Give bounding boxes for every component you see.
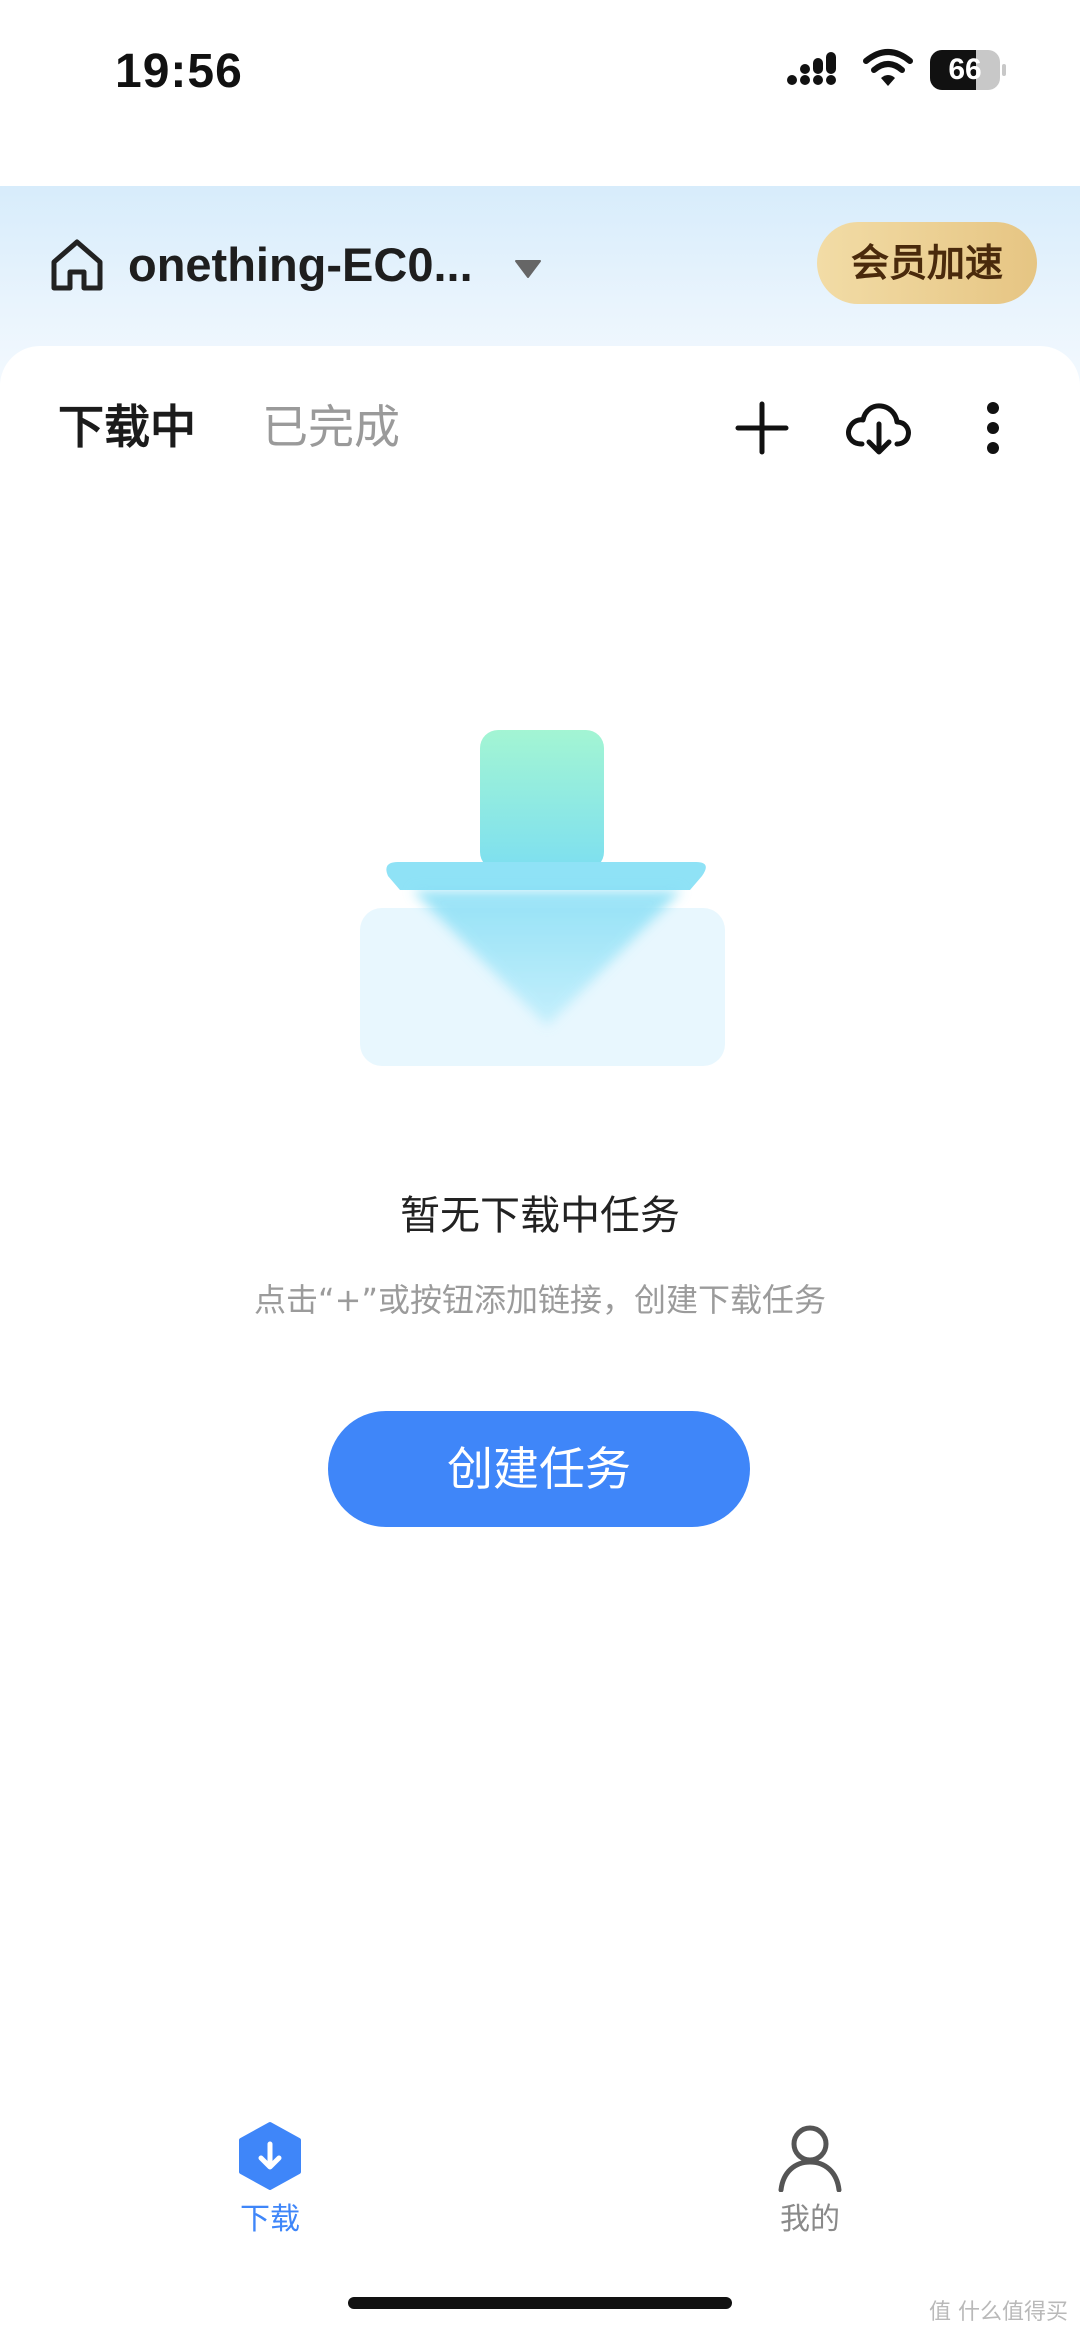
- cellular-signal-icon: [787, 52, 836, 85]
- nav-label-download: 下载: [240, 2202, 300, 2237]
- tab-downloading[interactable]: 下载中: [58, 392, 196, 462]
- empty-download-illustration: [360, 730, 725, 1066]
- caret-down-icon[interactable]: [514, 258, 542, 280]
- person-icon: [778, 2125, 842, 2192]
- watermark: 值 什么值得买: [929, 2300, 1068, 2325]
- plus-icon[interactable]: [730, 396, 794, 460]
- tab-completed[interactable]: 已完成: [262, 392, 400, 462]
- cloud-download-icon[interactable]: [842, 396, 914, 460]
- vip-boost-button[interactable]: 会员加速: [817, 222, 1037, 304]
- home-icon[interactable]: [48, 236, 106, 294]
- wifi-icon: [863, 49, 913, 86]
- status-time: 19:56: [115, 45, 243, 98]
- battery-level: 66: [948, 53, 982, 86]
- home-indicator[interactable]: [348, 2297, 732, 2309]
- battery-indicator: 66: [930, 50, 1006, 90]
- nav-item-download[interactable]: 下载: [190, 2120, 350, 2240]
- status-bar: 19:56 66: [0, 0, 1080, 140]
- download-hexagon-icon: [239, 2122, 301, 2190]
- create-task-button[interactable]: 创建任务: [328, 1411, 750, 1527]
- nav-item-mine[interactable]: 我的: [730, 2120, 890, 2240]
- app-screen: 19:56 66 onething-EC0... 会员加速 下载中 已完成 暂无…: [0, 0, 1080, 2337]
- more-vertical-icon[interactable]: [975, 396, 1011, 460]
- device-name[interactable]: onething-EC0...: [128, 236, 473, 294]
- empty-state-title: 暂无下载中任务: [400, 1193, 680, 1239]
- empty-state-hint: 点击“+”或按钮添加链接，创建下载任务: [254, 1281, 826, 1319]
- nav-label-mine: 我的: [780, 2202, 840, 2237]
